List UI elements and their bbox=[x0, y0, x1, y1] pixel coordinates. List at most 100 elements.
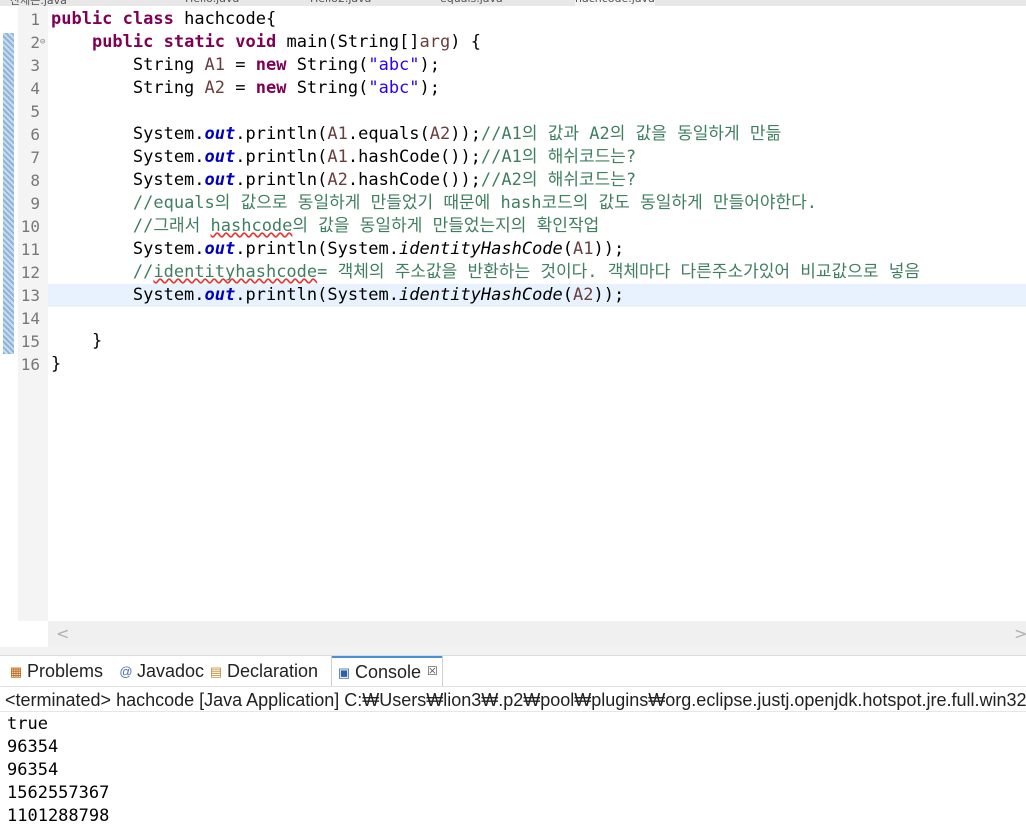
code-line[interactable]: 4 String A2 = new String("abc"); bbox=[0, 77, 1026, 100]
code-line[interactable]: 10 //그래서 hashcode의 값을 동일하게 만들었는지의 확인작업 bbox=[0, 215, 1026, 238]
code-token: out bbox=[204, 147, 236, 167]
scroll-corner bbox=[0, 621, 48, 647]
code-token: )); bbox=[593, 239, 625, 259]
line-number: 13 bbox=[20, 286, 40, 305]
code-token: } bbox=[51, 354, 62, 374]
code-token: new bbox=[255, 55, 287, 75]
code-token: static bbox=[163, 32, 226, 52]
code-editor[interactable]: 1 public class hachcode{2 ⊖ public static … bbox=[0, 6, 1026, 621]
code-line[interactable]: 3 String A1 = new String("abc"); bbox=[0, 54, 1026, 77]
console-output[interactable]: true 96354 96354 1562557367 1101288798 bbox=[7, 713, 109, 828]
code-token: main(String[] bbox=[276, 32, 420, 52]
code-token: //A1의 해쉬코드는? bbox=[480, 147, 637, 167]
code-token: String bbox=[51, 55, 205, 75]
code-token: .println( bbox=[235, 124, 328, 144]
close-icon[interactable]: ☒ bbox=[427, 664, 438, 678]
code-token: String( bbox=[286, 78, 369, 98]
console-line: 1562557367 bbox=[7, 783, 110, 803]
code-line[interactable]: 2 ⊖ public static void main(String[]arg) … bbox=[0, 31, 1026, 54]
code-text: String A1 = new String("abc"); bbox=[51, 54, 440, 77]
code-line[interactable]: 15 } bbox=[0, 330, 1026, 353]
fold-toggle-icon[interactable]: ⊖ bbox=[40, 31, 45, 54]
console-icon: ▣ bbox=[337, 665, 351, 680]
code-area[interactable]: 1 public class hachcode{2 ⊖ public static … bbox=[21, 6, 1026, 621]
code-token: )); bbox=[593, 285, 625, 305]
console-line: 96354 bbox=[7, 760, 59, 780]
line-number: 14 bbox=[20, 309, 40, 328]
console-line: true bbox=[7, 714, 48, 734]
code-token: A2 bbox=[429, 124, 451, 144]
code-token: = bbox=[225, 55, 256, 75]
code-token: ( bbox=[562, 285, 574, 305]
tab-declaration[interactable]: ▤ Declaration bbox=[208, 656, 318, 687]
tab-label: Problems bbox=[27, 661, 104, 681]
code-token: A1 bbox=[327, 124, 348, 144]
tab-problems[interactable]: ▦ Problems bbox=[8, 656, 103, 687]
panel-separator bbox=[0, 647, 1026, 655]
code-token: out bbox=[204, 170, 236, 190]
code-line[interactable]: 12 //identityhashcode= 객체의 주소값을 반환하는 것이다… bbox=[0, 261, 1026, 284]
code-token: A1 bbox=[204, 55, 226, 75]
code-token: "abc" bbox=[368, 55, 420, 75]
code-token: hashcode bbox=[210, 216, 293, 236]
code-token: System. bbox=[51, 285, 205, 305]
code-token: out bbox=[204, 124, 236, 144]
code-line[interactable]: 14 bbox=[0, 307, 1026, 330]
declaration-icon: ▤ bbox=[209, 664, 223, 679]
console-line: 96354 bbox=[7, 737, 59, 757]
code-token: //A1의 값과 A2의 값을 동일하게 만듦 bbox=[480, 124, 782, 144]
code-token: = bbox=[225, 78, 256, 98]
code-token: System. bbox=[51, 124, 205, 144]
code-token: )); bbox=[450, 124, 481, 144]
code-token: ( bbox=[562, 239, 574, 259]
line-number: 11 bbox=[20, 240, 40, 259]
code-text: //그래서 hashcode의 값을 동일하게 만들었는지의 확인작업 bbox=[51, 215, 599, 238]
code-token: arg bbox=[419, 32, 451, 52]
code-line[interactable]: 11 System.out.println(System.identityHas… bbox=[0, 238, 1026, 261]
code-token: } bbox=[51, 331, 103, 351]
horizontal-scrollbar[interactable]: < > bbox=[48, 621, 1026, 647]
code-line[interactable]: 8 System.out.println(A2.hashCode());//A2… bbox=[0, 169, 1026, 192]
code-text: } bbox=[51, 353, 61, 376]
line-number: 16 bbox=[20, 355, 40, 374]
code-token: "abc" bbox=[368, 78, 420, 98]
code-token: String( bbox=[286, 55, 369, 75]
code-token: ); bbox=[419, 78, 441, 98]
line-number: 2 bbox=[30, 33, 40, 52]
code-token: A1 bbox=[327, 147, 348, 167]
tab-console[interactable]: ▣ Console ☒ bbox=[331, 656, 443, 687]
code-line[interactable]: 6 System.out.println(A1.equals(A2));//A1… bbox=[0, 123, 1026, 146]
code-line[interactable]: 16} bbox=[0, 353, 1026, 376]
code-token: A2 bbox=[204, 78, 226, 98]
code-token: identityHashCode bbox=[399, 239, 563, 259]
code-text: System.out.println(A2.hashCode());//A2의 … bbox=[51, 169, 636, 192]
code-token: identityHashCode bbox=[399, 285, 563, 305]
code-line[interactable]: 9 //equals의 값으로 동일하게 만들었기 때문에 hash코드의 값도… bbox=[0, 192, 1026, 215]
line-number: 3 bbox=[30, 56, 40, 75]
code-token: // bbox=[132, 262, 154, 282]
line-number: 4 bbox=[30, 79, 40, 98]
tab-javadoc[interactable]: @ Javadoc bbox=[118, 656, 204, 687]
code-line[interactable]: 7 System.out.println(A1.hashCode());//A1… bbox=[0, 146, 1026, 169]
code-line[interactable]: 13 System.out.println(System.identityHas… bbox=[0, 284, 1026, 307]
code-token: //그래서 bbox=[132, 216, 211, 236]
code-token: out bbox=[204, 285, 236, 305]
tab-label: Declaration bbox=[227, 661, 319, 681]
code-text: //identityhashcode= 객체의 주소값을 반환하는 것이다. 객… bbox=[51, 261, 920, 284]
code-line[interactable]: 1 public class hachcode{ bbox=[0, 8, 1026, 31]
code-token: A1 bbox=[573, 239, 594, 259]
problems-icon: ▦ bbox=[9, 664, 23, 679]
line-number: 10 bbox=[20, 217, 40, 236]
scroll-right-icon[interactable]: > bbox=[1014, 624, 1026, 643]
line-number: 1 bbox=[30, 10, 40, 29]
scroll-left-icon[interactable]: < bbox=[56, 624, 69, 643]
code-token: String bbox=[51, 78, 205, 98]
code-text: String A2 = new String("abc"); bbox=[51, 77, 440, 100]
code-line[interactable]: 5 bbox=[0, 100, 1026, 123]
code-token: new bbox=[255, 78, 287, 98]
